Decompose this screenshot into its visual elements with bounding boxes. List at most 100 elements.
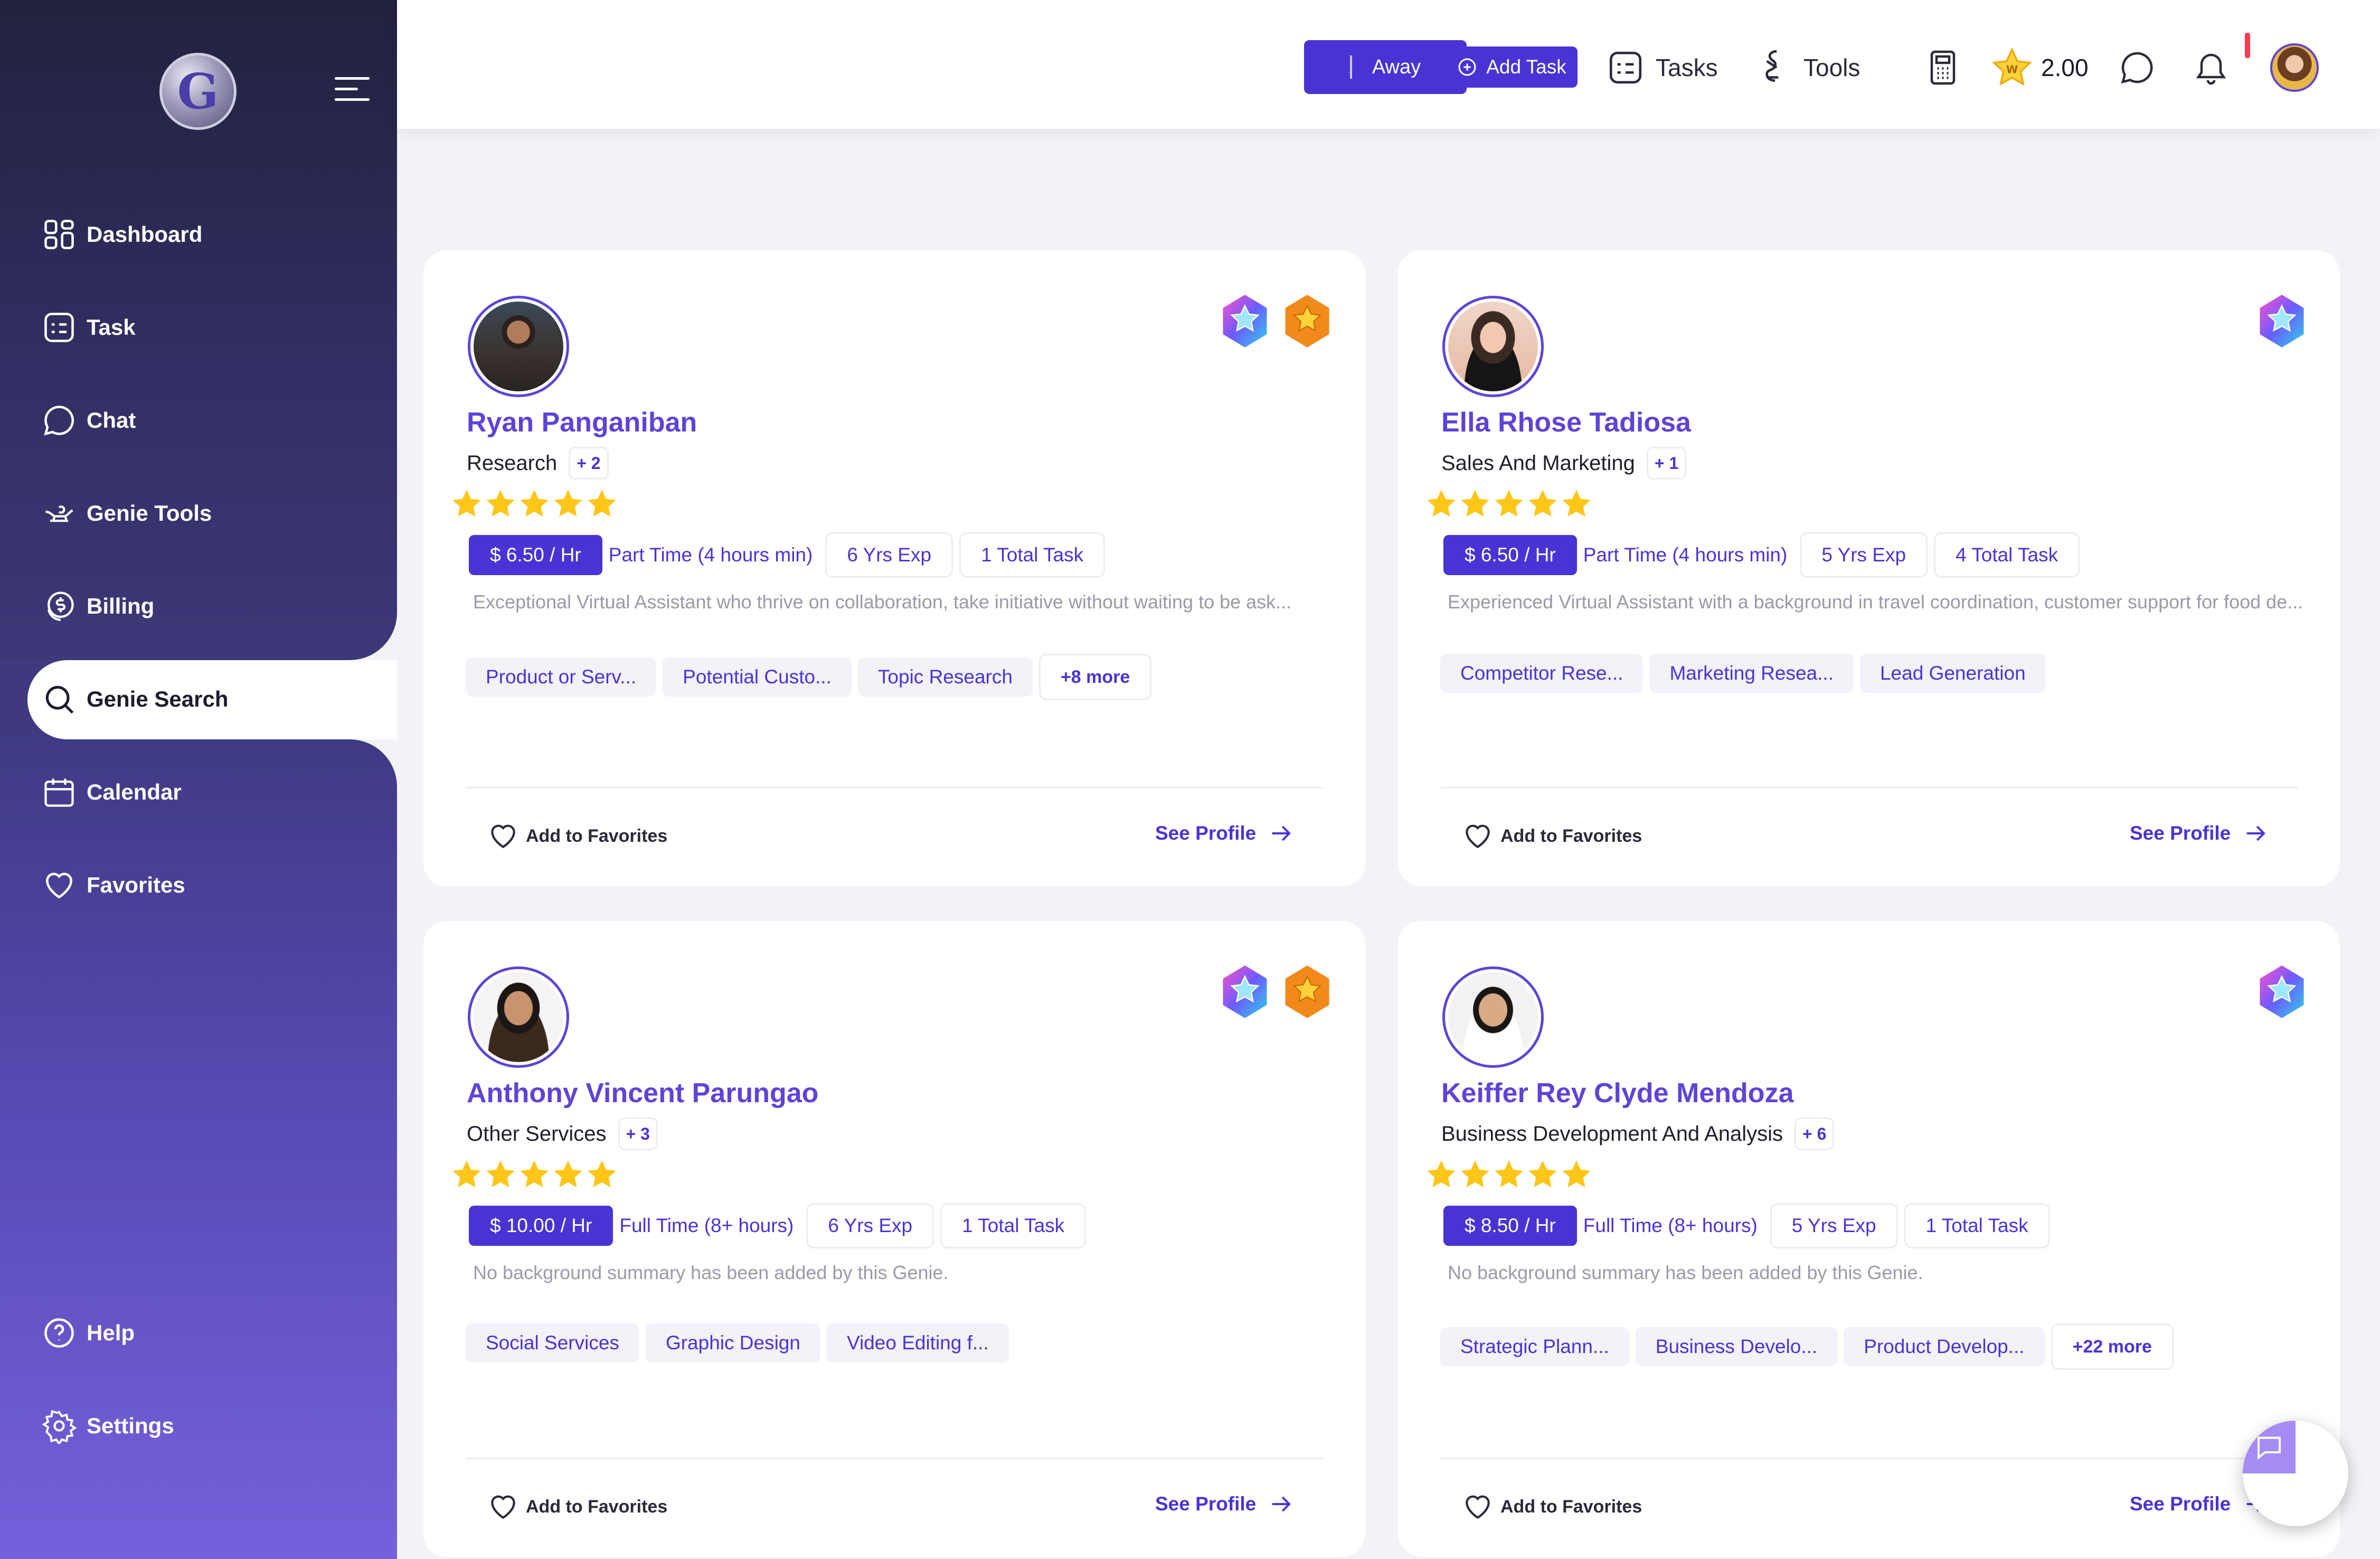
menu-toggle-icon[interactable]: [335, 77, 370, 101]
see-profile-link[interactable]: See Profile: [1155, 1490, 1295, 1518]
bell-icon[interactable]: [2190, 46, 2232, 89]
add-task-button[interactable]: Add Task: [1446, 46, 1578, 88]
star-icon: [1562, 1160, 1591, 1188]
skill-tag[interactable]: Topic Research: [857, 658, 1033, 697]
rating-stars: [1424, 487, 1593, 521]
user-avatar[interactable]: [2270, 43, 2319, 92]
add-to-favorites-button[interactable]: Add to Favorites: [487, 1490, 667, 1523]
see-profile-link[interactable]: See Profile: [1155, 820, 1295, 847]
genie-name[interactable]: Ryan Panganiban: [467, 407, 697, 438]
more-skills-button[interactable]: +8 more: [1038, 654, 1152, 700]
search-icon: [40, 680, 78, 718]
arrow-right-icon: [1272, 825, 1291, 841]
star-icon: [1495, 490, 1523, 517]
category-more-badge[interactable]: + 6: [1795, 1117, 1835, 1150]
hourly-rate-badge: $ 8.50 / Hr: [1443, 1206, 1577, 1246]
genie-category: Sales And Marketing: [1441, 451, 1635, 475]
skill-tag[interactable]: Social Services: [466, 1323, 639, 1363]
star-icon: [588, 1160, 616, 1188]
gear-icon: [40, 1407, 78, 1445]
sidebar: G Dashboard Task Chat Genie Tools Billin…: [0, 0, 397, 1559]
more-skills-button[interactable]: +22 more: [2051, 1323, 2174, 1370]
sidebar-item-label: Calendar: [87, 780, 182, 804]
genie-name[interactable]: Keiffer Rey Clyde Mendoza: [1441, 1077, 1794, 1109]
tools-label: Tools: [1803, 54, 1860, 81]
sidebar-item-chat[interactable]: Chat: [40, 399, 136, 442]
add-to-favorites-button[interactable]: Add to Favorites: [1461, 1490, 1642, 1523]
sidebar-item-genie-search[interactable]: Genie Search: [40, 678, 228, 720]
arrow-right-icon: [2246, 825, 2266, 841]
hourly-rate-badge: $ 6.50 / Hr: [469, 535, 602, 575]
star-icon: [520, 490, 549, 517]
sidebar-item-favorites[interactable]: Favorites: [40, 864, 185, 906]
card-divider: [466, 787, 1323, 788]
skill-tag[interactable]: Product or Serv...: [466, 658, 657, 697]
genie-name[interactable]: Ella Rhose Tadiosa: [1441, 407, 1691, 438]
sidebar-item-label: Settings: [87, 1413, 174, 1438]
star-icon: [486, 490, 515, 517]
help-circle-icon: [40, 1314, 78, 1352]
info-chips: $ 10.00 / Hr Full Time (8+ hours) 6 Yrs …: [469, 1203, 1087, 1248]
sidebar-item-genie-tools[interactable]: Genie Tools: [40, 492, 212, 534]
heart-icon: [1466, 1495, 1490, 1519]
sidebar-item-settings[interactable]: Settings: [40, 1405, 174, 1447]
category-more-badge[interactable]: + 1: [1646, 447, 1687, 480]
genie-name[interactable]: Anthony Vincent Parungao: [467, 1077, 818, 1109]
experience-chip: 6 Yrs Exp: [806, 1203, 934, 1248]
category-row: Sales And Marketing + 1: [1441, 447, 1687, 480]
sidebar-item-label: Billing: [87, 594, 155, 618]
skill-tag[interactable]: Marketing Resea...: [1649, 654, 1854, 693]
category-more-badge[interactable]: + 3: [618, 1117, 658, 1150]
favorites-label: Add to Favorites: [1500, 825, 1642, 846]
sidebar-item-dashboard[interactable]: Dashboard: [40, 213, 202, 256]
info-chips: $ 8.50 / Hr Full Time (8+ hours) 5 Yrs E…: [1443, 1203, 2050, 1248]
genie-avatar[interactable]: [1442, 296, 1544, 397]
chat-icon[interactable]: [2116, 46, 2158, 89]
skill-tag[interactable]: Strategic Plann...: [1440, 1327, 1629, 1366]
favorites-label: Add to Favorites: [526, 825, 668, 846]
top-header: Away Add Task Tasks Tools W 2.00: [397, 0, 2380, 129]
card-divider: [466, 1458, 1323, 1459]
skill-tag[interactable]: Business Develo...: [1635, 1327, 1838, 1366]
genie-card: Anthony Vincent Parungao Other Services …: [423, 921, 1365, 1557]
experience-chip: 5 Yrs Exp: [1770, 1203, 1898, 1248]
sidebar-item-help[interactable]: Help: [40, 1312, 135, 1354]
see-profile-label: See Profile: [2130, 822, 2231, 844]
tools-link[interactable]: Tools: [1754, 42, 1860, 93]
genie-category: Other Services: [467, 1122, 607, 1145]
skill-tag[interactable]: Lead Generation: [1859, 654, 2046, 693]
hourly-rate-badge: $ 6.50 / Hr: [1443, 535, 1577, 575]
genie-avatar[interactable]: [468, 966, 569, 1068]
star-icon: [1528, 1160, 1557, 1188]
genie-avatar[interactable]: [1442, 966, 1544, 1068]
add-to-favorites-button[interactable]: Add to Favorites: [1461, 820, 1642, 852]
category-more-badge[interactable]: + 2: [569, 447, 609, 480]
star-icon: [452, 490, 481, 517]
app-logo[interactable]: G: [159, 53, 237, 130]
away-status-button[interactable]: Away: [1304, 40, 1467, 94]
support-chat-button[interactable]: [2243, 1421, 2348, 1526]
skill-tag[interactable]: Competitor Rese...: [1440, 654, 1644, 693]
skill-tag[interactable]: Product Develop...: [1844, 1327, 2045, 1366]
calculator-icon[interactable]: [1922, 46, 1964, 89]
genie-avatar[interactable]: [468, 296, 569, 397]
sidebar-item-calendar[interactable]: Calendar: [40, 771, 182, 813]
genie-tools-icon: [1765, 50, 1779, 82]
add-to-favorites-button[interactable]: Add to Favorites: [487, 820, 667, 852]
sidebar-item-task[interactable]: Task: [40, 306, 136, 349]
sidebar-item-label: Genie Tools: [87, 501, 212, 525]
tasks-link[interactable]: Tasks: [1606, 42, 1718, 93]
calendar-icon: [40, 773, 78, 811]
skill-tag[interactable]: Video Editing f...: [826, 1323, 1009, 1363]
see-profile-label: See Profile: [1155, 1493, 1257, 1515]
notification-indicator: [2245, 33, 2250, 58]
points-display[interactable]: W 2.00: [1990, 43, 2089, 92]
rainbow-star-badge: [1219, 293, 1271, 350]
skill-tag[interactable]: Graphic Design: [645, 1323, 820, 1363]
sidebar-item-billing[interactable]: Billing: [40, 585, 154, 627]
see-profile-link[interactable]: See Profile: [2130, 820, 2270, 847]
arrow-right-icon: [1272, 1496, 1291, 1512]
skill-tag[interactable]: Potential Custo...: [663, 658, 852, 697]
genie-summary: Exceptional Virtual Assistant who thrive…: [473, 591, 1292, 613]
star-coin-icon: W: [1991, 47, 2033, 86]
